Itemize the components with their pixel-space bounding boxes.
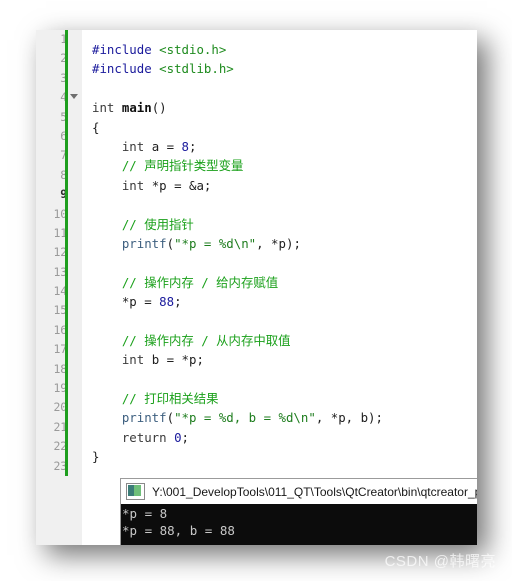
change-indicator-bar xyxy=(65,223,68,244)
change-indicator-bar xyxy=(65,417,68,438)
gutter-line[interactable]: 14 xyxy=(36,282,82,302)
gutter-line[interactable]: 1 xyxy=(36,30,82,50)
code-line: // 打印相关结果 xyxy=(121,391,219,407)
program-output-console[interactable]: Y:\001_DevelopTools\011_QT\Tools\QtCreat… xyxy=(120,478,477,545)
change-indicator-bar xyxy=(65,340,68,360)
code-line: int *p = &a; xyxy=(121,177,212,193)
gutter-line[interactable]: 13 xyxy=(36,262,82,283)
code-line: #include <stdlib.h> xyxy=(92,61,234,77)
change-indicator-bar xyxy=(65,146,68,166)
code-line: int main() xyxy=(92,100,167,116)
change-indicator-bar xyxy=(65,185,68,205)
gutter-line[interactable]: 19 xyxy=(36,379,82,399)
code-line: printf("*p = %d, b = %d\n", *p, b); xyxy=(121,410,383,426)
gutter-line[interactable]: 2 xyxy=(36,49,82,69)
gutter-line[interactable]: 7 xyxy=(36,146,82,166)
code-line: printf("*p = %d\n", *p); xyxy=(121,235,301,251)
gutter-line[interactable]: 20 xyxy=(36,398,82,418)
change-indicator-bar xyxy=(65,243,68,263)
change-indicator-bar xyxy=(65,282,68,302)
code-line: // 操作内存 / 从内存中取值 xyxy=(121,332,291,348)
code-line: int b = *p; xyxy=(121,352,204,368)
code-line: // 操作内存 / 给内存赋值 xyxy=(121,274,279,290)
gutter-line[interactable]: 4 xyxy=(36,88,82,108)
console-output-line: *p = 8 xyxy=(122,506,168,521)
console-output-text: *p = 8 *p = 88, b = 88 xyxy=(121,504,477,539)
code-line: #include <stdio.h> xyxy=(92,42,227,57)
console-window-icon xyxy=(126,483,145,500)
gutter-line[interactable]: 12 xyxy=(36,243,82,263)
gutter-line[interactable]: 11 xyxy=(36,223,82,244)
code-line: } xyxy=(92,449,100,465)
change-indicator-bar xyxy=(65,126,68,147)
source-code: #include <stdio.h> #include <stdlib.h> in… xyxy=(82,40,383,486)
gutter-line[interactable]: 22 xyxy=(36,437,82,457)
gutter-line[interactable]: 18 xyxy=(36,359,82,380)
console-output-line: *p = 88, b = 88 xyxy=(122,522,235,538)
change-indicator-bar xyxy=(65,262,68,283)
code-line: *p = 88; xyxy=(92,294,182,310)
gutter-line[interactable]: 16 xyxy=(36,320,82,341)
gutter-line[interactable]: 9 xyxy=(36,185,82,205)
gutter-line[interactable]: 5 xyxy=(36,107,82,127)
gutter-line[interactable]: 21 xyxy=(36,417,82,438)
console-title-text: Y:\001_DevelopTools\011_QT\Tools\QtCreat… xyxy=(152,484,477,499)
gutter-line[interactable]: 10 xyxy=(36,204,82,224)
watermark-label: CSDN @韩曙亮 xyxy=(384,553,496,570)
change-indicator-bar xyxy=(65,49,68,69)
fold-collapse-icon[interactable] xyxy=(70,94,78,100)
gutter-line[interactable]: 8 xyxy=(36,165,82,186)
change-indicator-bar xyxy=(65,320,68,341)
code-line: int a = 8; xyxy=(121,138,197,154)
change-indicator-bar xyxy=(65,88,68,108)
change-indicator-bar xyxy=(65,204,68,224)
change-indicator-bar xyxy=(65,437,68,457)
change-indicator-bar xyxy=(65,30,68,50)
change-indicator-bar xyxy=(65,68,68,89)
code-editor-panel: 1 2 3 4 5 6 7 8 9 10 11 12 13 14 15 16 17 18 19 20 21 22 23 #i… xyxy=(36,30,477,545)
console-titlebar[interactable]: Y:\001_DevelopTools\011_QT\Tools\QtCreat… xyxy=(121,479,477,504)
editor-gutter[interactable]: 1 2 3 4 5 6 7 8 9 10 11 12 13 14 15 16 17 18 19 20 21 22 23 xyxy=(36,30,82,545)
code-line: // 声明指针类型变量 xyxy=(121,158,244,174)
change-indicator-bar xyxy=(65,379,68,399)
code-line: // 使用指针 xyxy=(121,216,194,232)
gutter-line[interactable]: 23 xyxy=(36,456,82,476)
change-indicator-bar xyxy=(65,107,68,127)
change-indicator-bar xyxy=(65,456,68,476)
code-line: return 0; xyxy=(121,429,190,445)
change-indicator-bar xyxy=(65,398,68,418)
gutter-line[interactable]: 17 xyxy=(36,340,82,360)
change-indicator-bar xyxy=(65,359,68,380)
code-text-area[interactable]: #include <stdio.h> #include <stdlib.h> in… xyxy=(82,30,477,545)
gutter-line[interactable]: 15 xyxy=(36,301,82,321)
gutter-line[interactable]: 6 xyxy=(36,126,82,147)
change-indicator-bar xyxy=(65,165,68,186)
code-line: { xyxy=(92,119,100,135)
gutter-line[interactable]: 3 xyxy=(36,68,82,89)
change-indicator-bar xyxy=(65,301,68,321)
